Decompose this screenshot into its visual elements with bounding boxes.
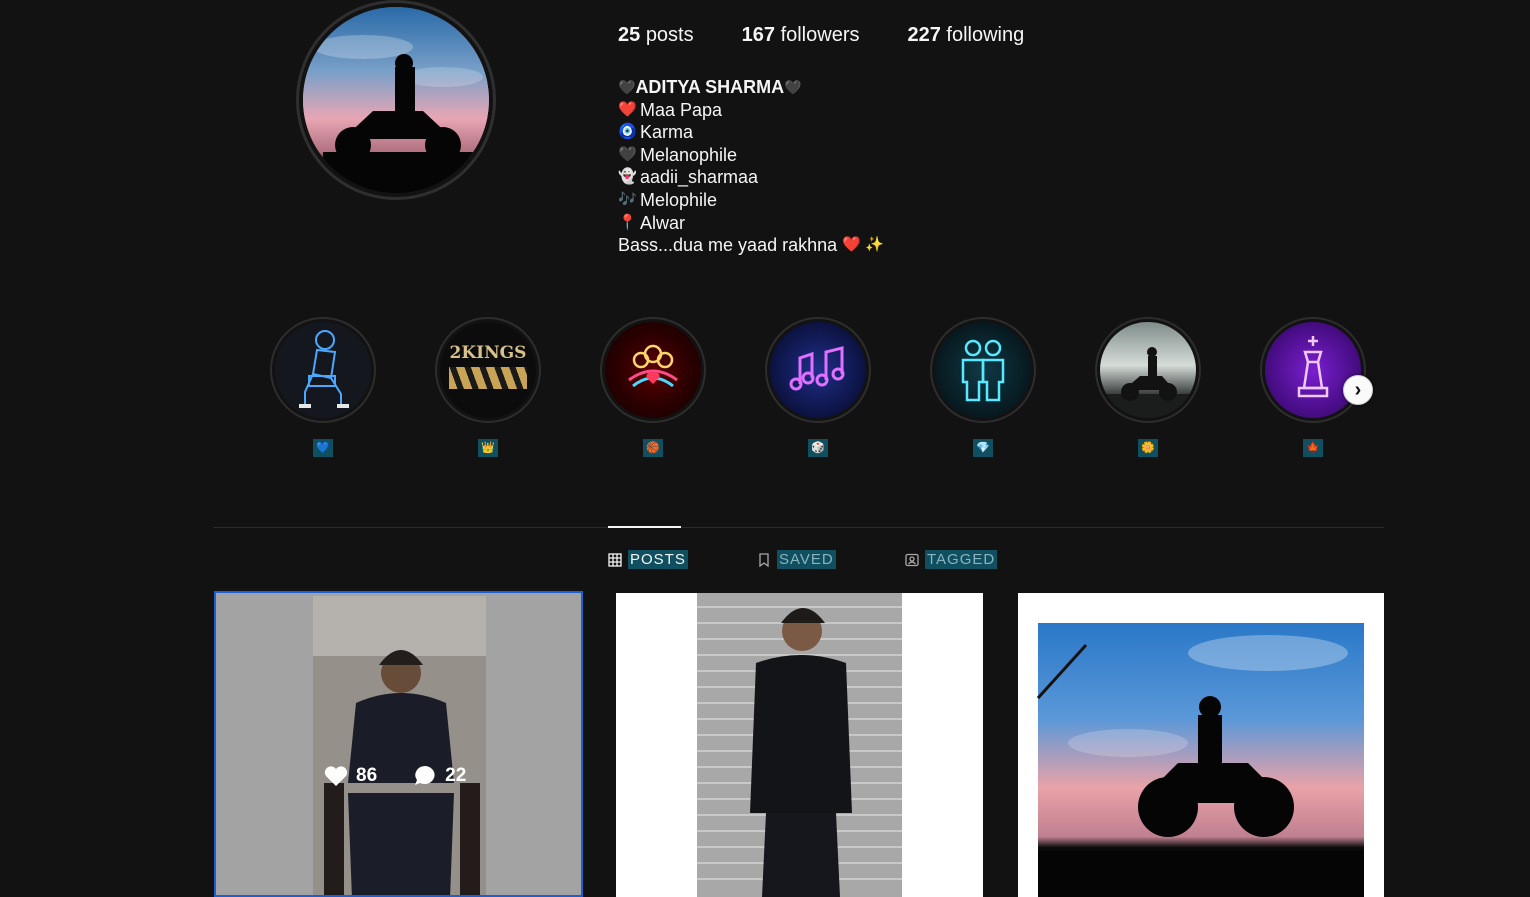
2kings-logo-icon: 2KINGS — [440, 322, 536, 418]
bio-line: 🖤 Melanophile — [618, 144, 738, 165]
highlights-next-button[interactable]: › — [1343, 375, 1373, 405]
highlight-ring[interactable] — [270, 317, 376, 423]
heart-icon — [324, 766, 348, 786]
post-overlay-stats: 86 22 — [324, 765, 466, 787]
profile-stats: 25 posts 167 followers 227 following — [618, 24, 1024, 47]
post-photo — [616, 593, 983, 897]
highlight-item[interactable]: 💙 — [270, 317, 376, 467]
highlight-ring[interactable] — [765, 317, 871, 423]
black-heart-emoji: 🖤 — [784, 79, 802, 95]
bio-line: 👻 aadii_sharmaa — [618, 167, 759, 188]
chevron-right-icon: › — [1354, 378, 1362, 401]
bio-line: 🧿 Karma — [618, 122, 694, 143]
highlight-label: 🌼 — [1138, 439, 1158, 457]
tag-person-icon — [905, 553, 919, 566]
family-heart-neon-icon — [605, 322, 701, 418]
highlight-item[interactable]: 💎 — [930, 317, 1036, 467]
bike-silhouette-image — [303, 7, 489, 193]
highlight-item[interactable]: 🎲 — [765, 317, 871, 467]
sitting-man-neon-icon — [275, 322, 371, 418]
post-photo — [1018, 593, 1384, 897]
two-friends-neon-icon — [935, 322, 1031, 418]
tab-saved[interactable]: SAVED — [757, 550, 836, 569]
highlight-label: 💙 — [313, 439, 333, 457]
bio-line: 🎶 Melophile — [618, 189, 718, 210]
profile-bio: 🖤 ADITYA SHARMA 🖤 ❤️ Maa Papa 🧿 Karma 🖤 Melan… — [618, 76, 884, 257]
highlight-ring[interactable] — [930, 317, 1036, 423]
post-thumbnail[interactable] — [1018, 593, 1384, 897]
bio-line: Bass...dua me yaad rakhna ❤️ ✨ — [618, 235, 884, 256]
tab-posts[interactable]: POSTS — [608, 550, 688, 569]
bike-silhouette-icon — [1100, 322, 1196, 418]
black-heart-emoji: 🖤 — [618, 79, 636, 95]
stat-followers[interactable]: 167 followers — [742, 24, 860, 47]
comments-count: 22 — [413, 765, 466, 787]
black-heart-emoji: 🖤 — [618, 145, 637, 163]
music-notes-emoji: 🎶 — [618, 190, 637, 208]
active-tab-indicator — [608, 526, 681, 528]
comment-bubble-icon — [415, 766, 435, 785]
post-photo — [216, 593, 581, 895]
heart-sparkles-emoji: ❤️ ✨ — [842, 236, 884, 254]
nazar-emoji: 🧿 — [618, 123, 637, 141]
tabs-divider — [213, 527, 1384, 528]
profile-avatar[interactable] — [303, 7, 489, 193]
highlight-label: 🏀 — [643, 439, 663, 457]
stat-following[interactable]: 227 following — [907, 24, 1024, 47]
tab-tagged[interactable]: TAGGED — [905, 550, 998, 569]
highlight-item[interactable]: 🌼 — [1095, 317, 1201, 467]
highlight-label: 🎲 — [808, 439, 828, 457]
highlight-item[interactable]: 2KINGS 👑 — [435, 317, 541, 467]
highlight-ring[interactable] — [1260, 317, 1366, 423]
highlight-ring[interactable] — [600, 317, 706, 423]
highlight-ring[interactable]: 2KINGS — [435, 317, 541, 423]
bookmark-icon — [759, 552, 769, 567]
highlight-label: 🍁 — [1303, 439, 1323, 457]
post-thumbnail[interactable]: 86 22 — [214, 591, 583, 897]
grid-icon — [608, 552, 622, 567]
profile-page: 25 posts 167 followers 227 following 🖤 AD… — [0, 0, 1530, 897]
ghost-emoji: 👻 — [618, 168, 637, 186]
stat-posts: 25 posts — [618, 24, 694, 46]
likes-count: 86 — [324, 765, 377, 787]
bio-line: ❤️ Maa Papa — [618, 99, 723, 120]
music-notes-neon-icon — [770, 322, 866, 418]
chess-king-neon-icon — [1265, 322, 1361, 418]
pin-emoji: 📍 — [618, 213, 637, 231]
highlight-ring[interactable] — [1095, 317, 1201, 423]
red-heart-emoji: ❤️ — [618, 100, 637, 118]
highlight-item[interactable]: 🏀 — [600, 317, 706, 467]
highlight-label: 💎 — [973, 439, 993, 457]
post-thumbnail[interactable] — [616, 593, 983, 897]
highlight-label: 👑 — [478, 439, 498, 457]
profile-avatar-ring[interactable] — [296, 0, 496, 200]
profile-name: 🖤 ADITYA SHARMA 🖤 — [618, 77, 802, 97]
2kings-text: 2KINGS — [449, 343, 527, 363]
bio-line: 📍 Alwar — [618, 212, 686, 233]
